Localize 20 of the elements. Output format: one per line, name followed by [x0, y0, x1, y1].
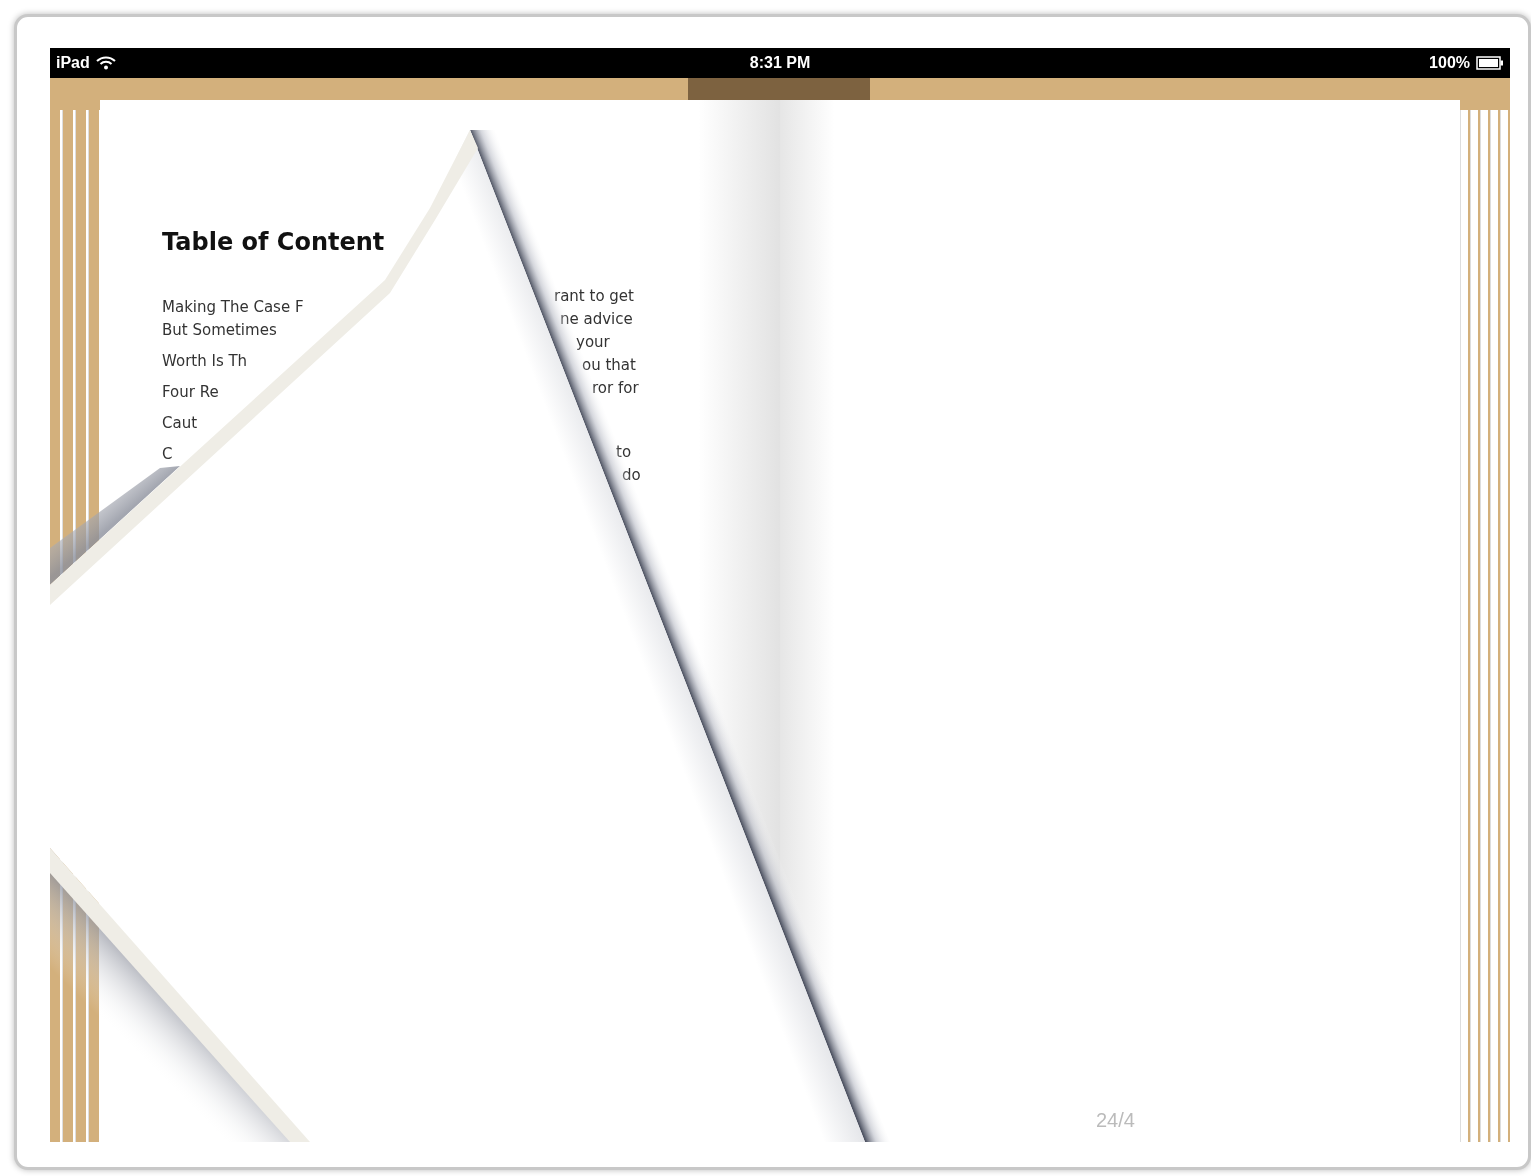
- text-fragment: rant to get: [554, 286, 635, 307]
- device-name: iPad: [56, 54, 90, 72]
- battery-percentage: 100%: [1429, 54, 1470, 72]
- toc-entry: Four Re: [162, 382, 220, 403]
- battery-icon: [1476, 56, 1504, 70]
- toc-entry: Worth Is Th: [162, 351, 249, 372]
- text-fragment: to: [615, 442, 633, 463]
- page-number: 24/4: [1096, 1109, 1135, 1132]
- wifi-icon: [95, 56, 116, 70]
- toc-heading: Table of Content: [162, 228, 386, 256]
- clock-time: 8:31 PM: [749, 54, 811, 72]
- text-fragment: ou that: [581, 355, 637, 376]
- text-fragment: ne advice: [559, 309, 634, 330]
- text-fragment: ror for: [591, 378, 640, 399]
- toc-entry: Caut: [162, 413, 199, 434]
- toc-entry: C: [162, 444, 174, 465]
- text-fragment: your: [575, 332, 611, 353]
- toc-entry: But Sometimes: [162, 320, 278, 341]
- text-fragment: do: [621, 465, 641, 486]
- toc-entry: Making The Case F: [162, 297, 305, 318]
